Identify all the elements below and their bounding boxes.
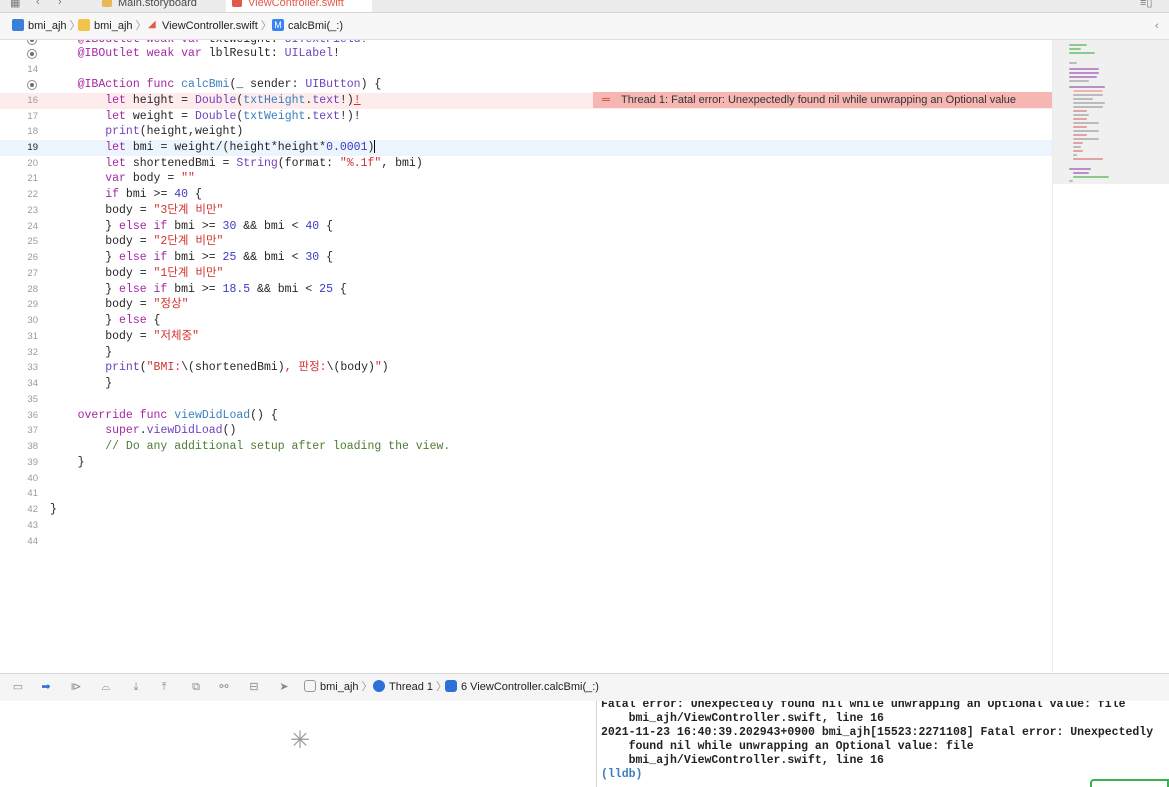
code-line: 40 [27, 473, 38, 484]
debug-console[interactable]: Fatal error: Unexpectedly found nil whil… [597, 701, 1169, 787]
tab-label: Main.storyboard [118, 0, 197, 9]
code-line: 30 } else { [27, 314, 161, 327]
code-line: 28 } else if bmi >= 18.5 && bmi < 25 { [27, 283, 347, 296]
frame-icon [445, 680, 457, 693]
breadcrumb-label: calcBmi(_:) [288, 20, 344, 32]
text-caret [374, 140, 376, 154]
console-line: bmi_ajh/ViewController.swift, line 16 [601, 712, 884, 725]
code-line: @IBAction func calcBmi(_ sender: UIButto… [0, 77, 1052, 93]
code-line: 17 let weight = Double(txtWeight.text!)! [27, 110, 361, 123]
code-line: 27 body = "1단계 비만" [27, 267, 224, 280]
debug-bar: ▭ ➡ ⧐ ⌓ ⤓ ⤒ ⧉ ⚯ ⊟ ➤ bmi_ajh 〉 Thread 1 〉 6… [0, 673, 1169, 702]
runtime-error-banner[interactable]: ═ Thread 1: Fatal error: Unexpectedly fou… [593, 92, 1052, 108]
process-icon [304, 680, 316, 693]
folder-icon [78, 19, 90, 32]
tab-viewcontroller-swift[interactable]: ViewController.swift [226, 0, 372, 12]
swift-file-icon [232, 0, 242, 7]
breadcrumb-label: bmi_ajh [28, 20, 67, 32]
code-line: 39 } [27, 456, 85, 469]
code-line: 34 } [27, 377, 113, 390]
code-line: 24 } else if bmi >= 30 && bmi < 40 { [27, 220, 333, 233]
variables-view[interactable]: ✳ [0, 701, 597, 787]
error-icon: ═ [602, 94, 610, 106]
debug-breadcrumb-process[interactable]: bmi_ajh 〉 [304, 674, 373, 701]
swift-file-icon: ◢ [148, 19, 156, 31]
debug-crumb-label: 6 ViewController.calcBmi(_:) [461, 681, 599, 693]
code-line: @IBOutlet weak var lblResult: UILabel! [0, 46, 1052, 62]
action-connection-icon [27, 80, 37, 90]
debug-breadcrumb-thread[interactable]: Thread 1 〉 [373, 674, 447, 701]
debug-crumb-label: Thread 1 [389, 681, 434, 693]
step-out-icon[interactable]: ⤒ [156, 680, 172, 694]
code-line: 32 } [27, 346, 113, 359]
loading-spinner-icon: ✳ [289, 727, 311, 754]
outlet-connection-icon [27, 49, 37, 59]
hide-debug-area-icon[interactable]: ▭ [10, 680, 26, 694]
console-filter-field[interactable] [1090, 779, 1169, 787]
breadcrumb-project[interactable]: bmi_ajh 〉 [12, 13, 81, 39]
forward-arrow-icon[interactable]: › [58, 0, 62, 8]
breadcrumb-label: bmi_ajh [94, 20, 133, 32]
step-into-icon[interactable]: ⤓ [128, 680, 144, 694]
code-line-current: 19 let bmi = weight/(height*height*0.000… [0, 140, 1052, 156]
code-line: 41 [27, 488, 38, 499]
jump-bar: bmi_ajh 〉 bmi_ajh 〉 ◢ ViewController.swift 〉… [0, 13, 1169, 40]
editor-tab-bar: ▦ ‹ › Main.storyboard ViewController.swi… [0, 0, 1169, 13]
code-line: 29 body = "정상" [27, 298, 189, 311]
code-line: 36 override func viewDidLoad() { [27, 409, 278, 422]
environment-overrides-icon[interactable]: ⊟ [246, 680, 262, 694]
code-line: 18 print(height,weight) [27, 125, 244, 138]
code-line: 21 var body = "" [27, 172, 195, 185]
error-message: Thread 1: Fatal error: Unexpectedly foun… [621, 94, 1017, 106]
code-editor[interactable]: @IBOutlet weak var txtWeight: UITextFiel… [0, 40, 1052, 672]
code-line: 43 [27, 520, 38, 531]
code-line: 26 } else if bmi >= 25 && bmi < 30 { [27, 251, 333, 264]
editor-options-icon[interactable]: ≡▯ [1140, 0, 1152, 9]
storyboard-icon [102, 0, 112, 7]
console-line: 2021-11-23 16:40:39.202943+0900 bmi_ajh[… [601, 726, 1154, 739]
back-arrow-icon[interactable]: ‹ [36, 0, 40, 8]
console-line: Fatal error: Unexpectedly found nil whil… [601, 701, 1126, 711]
code-line: 44 [27, 536, 38, 547]
code-line: 22 if bmi >= 40 { [27, 188, 202, 201]
breadcrumb-file[interactable]: ◢ ViewController.swift 〉 [148, 13, 272, 39]
debug-crumb-label: bmi_ajh [320, 681, 359, 693]
step-over-icon[interactable]: ⌓ [98, 680, 114, 694]
code-line: 33 print("BMI:\(shortenedBmi), 판정:\(body… [27, 361, 389, 374]
code-line: 38 // Do any additional setup after load… [27, 440, 451, 453]
project-icon [12, 19, 24, 32]
outlet-connection-icon [27, 40, 37, 45]
code-line: 14 [27, 64, 38, 75]
tab-main-storyboard[interactable]: Main.storyboard [96, 0, 220, 12]
minimap[interactable] [1052, 40, 1169, 672]
grid-icon[interactable]: ▦ [10, 0, 20, 9]
code-line: 42} [27, 503, 57, 516]
simulate-location-icon[interactable]: ➤ [276, 680, 292, 694]
view-hierarchy-icon[interactable]: ⧉ [188, 680, 204, 694]
thread-icon [373, 680, 385, 693]
breadcrumb-label: ViewController.swift [162, 20, 258, 32]
chevron-left-icon[interactable]: ‹ [1155, 13, 1159, 39]
breadcrumb-folder[interactable]: bmi_ajh 〉 [78, 13, 147, 39]
breadcrumb-method[interactable]: McalcBmi(_:) [272, 13, 343, 39]
code-line: 35 [27, 394, 38, 405]
breakpoints-toggle-icon[interactable]: ➡ [38, 680, 54, 694]
continue-icon[interactable]: ⧐ [68, 680, 84, 694]
method-icon: M [272, 19, 284, 32]
memory-graph-icon[interactable]: ⚯ [216, 680, 232, 694]
code-line: 25 body = "2단계 비만" [27, 235, 224, 248]
tab-label: ViewController.swift [248, 0, 344, 9]
console-line: found nil while unwrapping an Optional v… [601, 740, 974, 753]
code-line: 23 body = "3단계 비만" [27, 204, 224, 217]
console-line: bmi_ajh/ViewController.swift, line 16 [601, 754, 884, 767]
code-line: 31 body = "저체중" [27, 330, 200, 343]
code-line: 20 let shortenedBmi = String(format: "%.… [27, 157, 423, 170]
lldb-prompt[interactable]: (lldb) [601, 768, 642, 782]
code-line: 37 super.viewDidLoad() [27, 424, 237, 437]
debug-breadcrumb-frame[interactable]: 6 ViewController.calcBmi(_:) [445, 674, 599, 701]
